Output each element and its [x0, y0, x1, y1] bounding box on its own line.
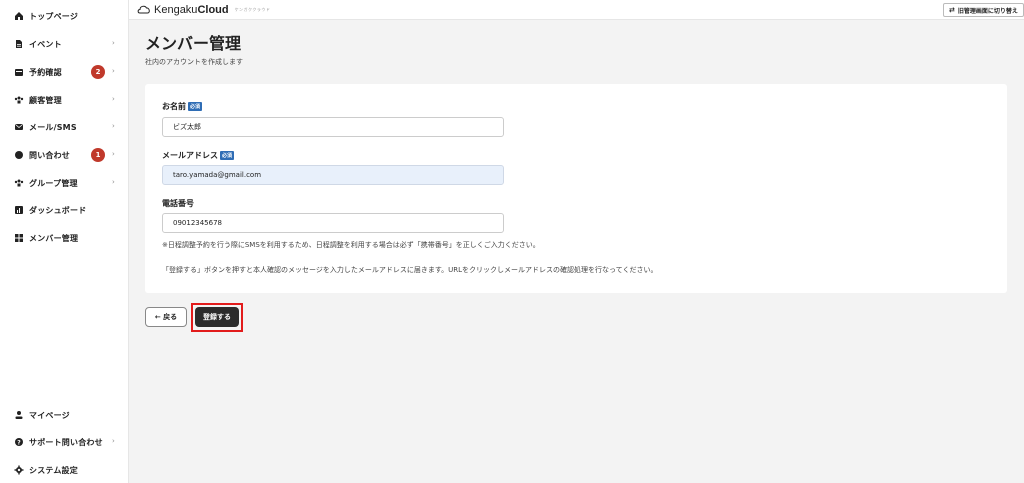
- email-label: メールアドレス 必須: [162, 150, 235, 161]
- phone-label-text: 電話番号: [162, 199, 194, 208]
- phone-label: 電話番号: [162, 198, 194, 209]
- help-icon: ?: [14, 437, 24, 447]
- grid-icon: [14, 233, 24, 243]
- sidebar-item-label: 顧客管理: [29, 95, 62, 105]
- email-label-text: メールアドレス: [162, 151, 218, 160]
- app-logo[interactable]: KengakuCloud ケンガククラウド: [137, 4, 270, 16]
- member-form-card: お名前 必須 ビズ太郎 メールアドレス 必須 taro.yamada@gmail…: [145, 84, 1007, 293]
- name-label-text: お名前: [162, 102, 186, 111]
- sidebar-item-label: サポート問い合わせ: [29, 437, 103, 447]
- page-subtitle: 社内のアカウントを作成します: [145, 58, 243, 66]
- dashboard-icon: [14, 205, 24, 215]
- chevron-right-icon: ›: [112, 150, 115, 158]
- sidebar-item-label: グループ管理: [29, 178, 78, 188]
- sidebar-item-label: トップページ: [29, 11, 79, 21]
- sidebar-item-support[interactable]: ? サポート問い合わせ ›: [0, 431, 129, 453]
- sidebar-item-customers[interactable]: 顧客管理 ›: [0, 89, 129, 111]
- sidebar-item-label: 問い合わせ: [29, 150, 70, 160]
- phone-field[interactable]: 09012345678: [162, 213, 504, 233]
- mail-icon: [14, 122, 24, 132]
- cloud-logo-icon: [137, 4, 151, 16]
- sidebar-item-inquiries[interactable]: 問い合わせ 1 ›: [0, 144, 129, 166]
- sidebar-item-system-settings[interactable]: システム設定: [0, 459, 129, 481]
- phone-note: ※日程調整予約を行う際にSMSを利用するため、日程調整を利用する場合は必ず「携帯…: [162, 241, 540, 249]
- group-icon: [14, 178, 24, 188]
- sidebar-item-mail-sms[interactable]: メール/SMS ›: [0, 116, 129, 138]
- chevron-right-icon: ›: [112, 39, 115, 47]
- calendar-icon: [14, 67, 24, 77]
- page-title: メンバー管理: [145, 34, 242, 53]
- name-label: お名前 必須: [162, 101, 203, 112]
- name-field-value: ビズ太郎: [173, 123, 201, 131]
- sidebar-item-label: マイページ: [29, 410, 70, 420]
- sidebar: トップページ イベント › 予約確認 2 › 顧客管理 › メール/SMS ›: [0, 0, 129, 483]
- sidebar-item-reservations[interactable]: 予約確認 2 ›: [0, 61, 129, 83]
- svg-text:?: ?: [17, 439, 21, 446]
- register-button[interactable]: 登録する: [195, 307, 239, 327]
- switch-old-admin-label: 旧管理画面に切り替え: [957, 7, 1018, 15]
- sidebar-item-label: イベント: [29, 39, 62, 49]
- back-button[interactable]: ← 戻る: [145, 307, 187, 327]
- person-icon: [14, 410, 24, 420]
- sidebar-item-label: メンバー管理: [29, 233, 79, 243]
- phone-field-value: 09012345678: [173, 219, 222, 227]
- email-field[interactable]: taro.yamada@gmail.com: [162, 165, 504, 185]
- switch-old-admin-button[interactable]: ⇄ 旧管理画面に切り替え: [943, 3, 1024, 17]
- notification-badge: 2: [91, 65, 105, 79]
- switch-icon: ⇄: [949, 6, 955, 14]
- gear-icon: [14, 465, 24, 475]
- sidebar-item-mypage[interactable]: マイページ: [0, 404, 129, 426]
- users-icon: [14, 95, 24, 105]
- sidebar-item-dashboard[interactable]: ダッシュボード: [0, 199, 129, 221]
- logo-subtitle: ケンガククラウド: [234, 7, 271, 12]
- home-icon: [14, 11, 24, 21]
- chevron-right-icon: ›: [112, 95, 115, 103]
- sidebar-item-members[interactable]: メンバー管理: [0, 227, 129, 249]
- sidebar-item-groups[interactable]: グループ管理 ›: [0, 172, 129, 194]
- logo-text: KengakuCloud: [154, 4, 229, 16]
- sidebar-item-events[interactable]: イベント ›: [0, 33, 129, 55]
- sidebar-item-top-page[interactable]: トップページ: [0, 5, 129, 27]
- sidebar-item-label: ダッシュボード: [29, 205, 87, 215]
- confirm-note: 「登録する」ボタンを押すと本人確認のメッセージを入力したメールアドレスに届きます…: [162, 266, 658, 274]
- required-badge: 必須: [220, 151, 235, 160]
- sidebar-item-label: 予約確認: [29, 67, 62, 77]
- top-bar: KengakuCloud ケンガククラウド ⇄ 旧管理画面に切り替え: [129, 0, 1024, 20]
- sidebar-item-label: メール/SMS: [29, 122, 77, 132]
- required-badge: 必須: [188, 102, 203, 111]
- chevron-right-icon: ›: [112, 178, 115, 186]
- chevron-right-icon: ›: [112, 67, 115, 75]
- email-field-value: taro.yamada@gmail.com: [173, 171, 262, 179]
- sidebar-item-label: システム設定: [29, 465, 78, 475]
- document-icon: [14, 39, 24, 49]
- name-field[interactable]: ビズ太郎: [162, 117, 504, 137]
- chat-icon: [14, 150, 24, 160]
- chevron-right-icon: ›: [112, 122, 115, 130]
- notification-badge: 1: [91, 148, 105, 162]
- chevron-right-icon: ›: [112, 437, 115, 445]
